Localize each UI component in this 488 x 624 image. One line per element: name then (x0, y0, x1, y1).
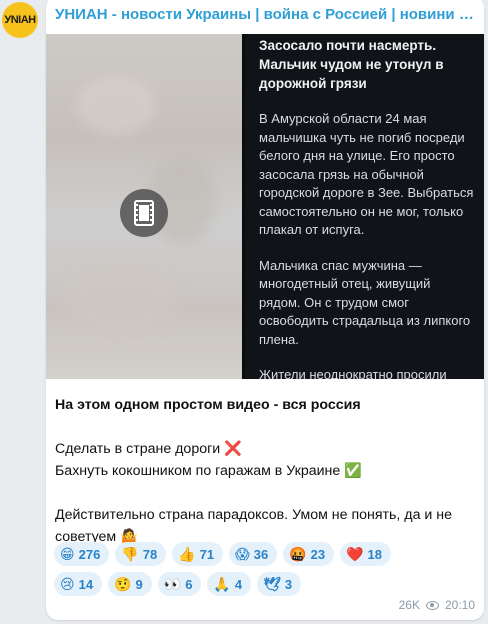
video-blurred-area (46, 34, 242, 379)
reaction-heart[interactable]: ❤️ 18 (340, 542, 392, 566)
reaction-grin[interactable]: 😁 276 (54, 542, 110, 566)
reactions-row: 😁 276 👎 78 👍 71 😱 36 🤬 23 ❤️ 18 (54, 542, 484, 566)
reaction-thumbs-down[interactable]: 👎 78 (115, 542, 167, 566)
channel-name[interactable]: УНИАН - новости Украины | война с Россие… (55, 6, 475, 23)
article-headline: Засосало почти насмерть. Мальчик чудом н… (259, 38, 444, 91)
message-line: Бахнуть кокошником по гаражам в Украине … (55, 463, 362, 479)
message-text: На этом одном простом видео - вся россия… (55, 394, 475, 548)
video-article-frame: Засосало почти насмерть. Мальчик чудом н… (242, 34, 484, 379)
article-paragraph: Жители неоднократно просили засыпать ямы… (259, 367, 447, 379)
reaction-pray[interactable]: 🙏 4 (207, 572, 252, 596)
reactions-panel: 😁 276 👎 78 👍 71 😱 36 🤬 23 ❤️ 18 😢 14 🤨 9 👀 6 🙏 4 🕊… (54, 542, 484, 602)
message-line: На этом одном простом видео - вся россия (55, 397, 361, 413)
avatar-logo-text: УNIАН (4, 14, 36, 26)
reaction-dove[interactable]: 🕊 3 (257, 572, 302, 596)
message-bubble: УНИАН - новости Украины | война с Россие… (46, 0, 484, 620)
play-button[interactable] (120, 189, 168, 237)
reaction-swearing[interactable]: 🤬 23 (283, 542, 335, 566)
reaction-eyes[interactable]: 👀 6 (157, 572, 202, 596)
reaction-raised-eyebrow[interactable]: 🤨 9 (108, 572, 152, 596)
video-preview[interactable]: Засосало почти насмерть. Мальчик чудом н… (46, 34, 484, 379)
article-paragraph: В Амурской области 24 мая мальчишка чуть… (259, 111, 474, 237)
message-line: Сделать в стране дороги ❌ (55, 441, 242, 457)
film-strip-icon (134, 200, 154, 226)
views-count: 26K (398, 598, 420, 612)
article-paragraph: Мальчика спас мужчина — многодетный отец… (259, 257, 471, 347)
eye-icon (425, 600, 439, 610)
message-time: 20:10 (444, 598, 475, 612)
reaction-thumbs-up[interactable]: 👍 71 (172, 542, 224, 566)
reaction-cry[interactable]: 😢 14 (54, 572, 103, 596)
reaction-scream[interactable]: 😱 36 (229, 542, 278, 566)
message-footer: 26K 20:10 (399, 598, 475, 612)
reactions-row: 😢 14 🤨 9 👀 6 🙏 4 🕊 3 (54, 572, 484, 596)
channel-avatar[interactable]: УNIАН (2, 2, 38, 38)
